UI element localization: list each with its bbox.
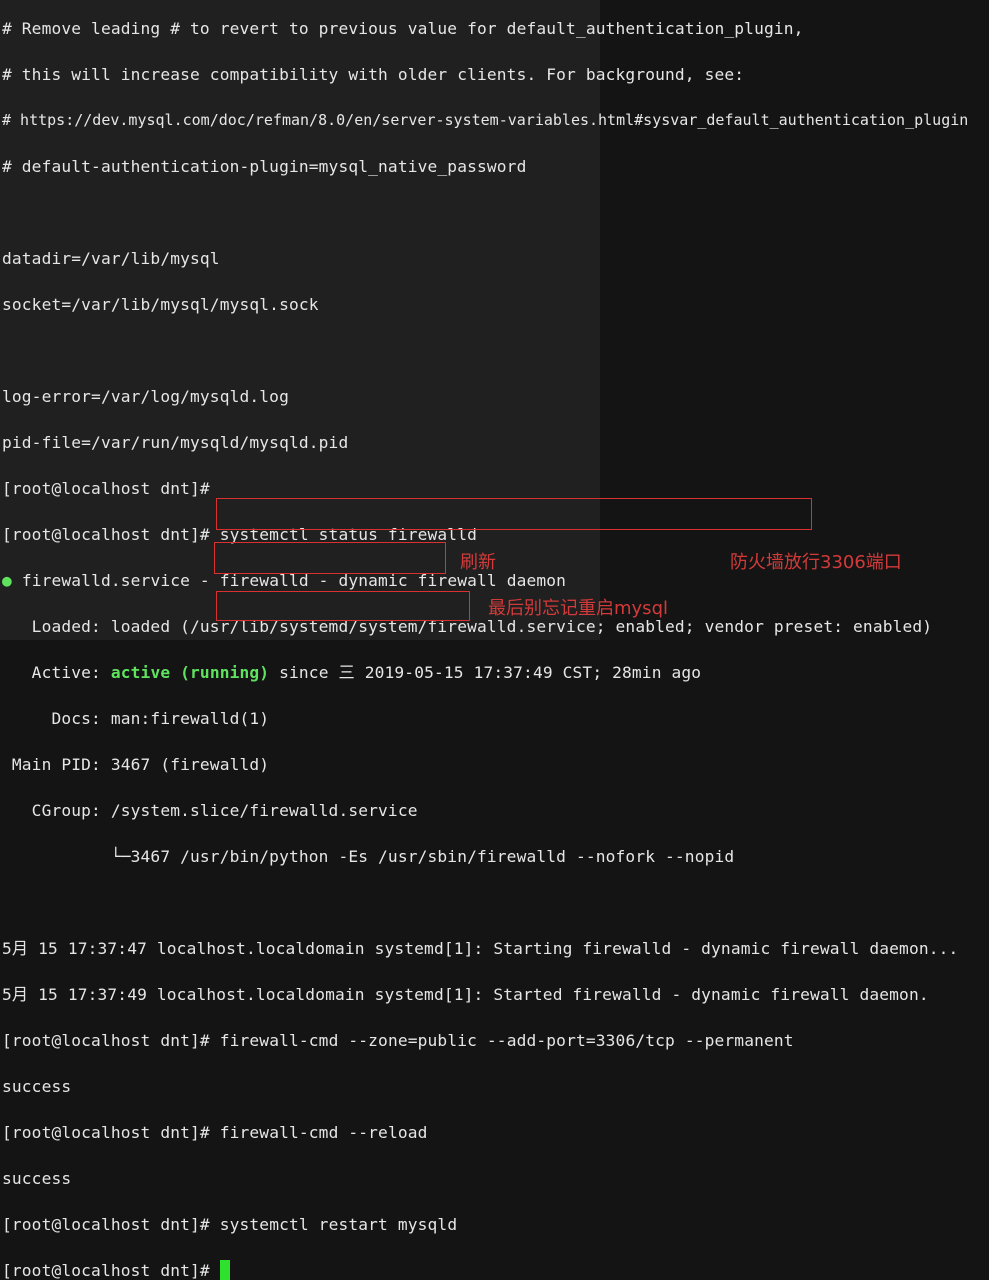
terminal-line: # https://dev.mysql.com/doc/refman/8.0/e… bbox=[2, 111, 969, 129]
terminal-line: log-error=/var/log/mysqld.log bbox=[2, 387, 289, 406]
terminal-line: └─3467 /usr/bin/python -Es /usr/sbin/fir… bbox=[2, 847, 735, 866]
terminal-line: socket=/var/lib/mysql/mysql.sock bbox=[2, 295, 319, 314]
terminal-line: success bbox=[2, 1077, 72, 1096]
annotation-open-port: 防火墙放行3306端口 bbox=[730, 552, 902, 573]
highlight-box-restart bbox=[216, 591, 470, 621]
terminal-output[interactable]: # Remove leading # to revert to previous… bbox=[2, 0, 987, 1280]
terminal-line: [root@localhost dnt]# bbox=[2, 479, 210, 498]
terminal-line: 5月 15 17:37:49 localhost.localdomain sys… bbox=[2, 985, 929, 1004]
highlight-box-reload bbox=[214, 542, 446, 574]
command-line: [root@localhost dnt]# firewall-cmd --rel… bbox=[2, 1123, 428, 1142]
terminal-line: # default-authentication-plugin=mysql_na… bbox=[2, 157, 527, 176]
terminal-line: datadir=/var/lib/mysql bbox=[2, 249, 220, 268]
highlight-box-add-port bbox=[216, 498, 812, 530]
terminal-line: # this will increase compatibility with … bbox=[2, 65, 745, 84]
terminal-line: CGroup: /system.slice/firewalld.service bbox=[2, 801, 418, 820]
active-status: active (running) bbox=[110, 663, 270, 682]
prompt-line[interactable]: [root@localhost dnt]# bbox=[2, 1259, 987, 1280]
annotation-restart: 最后别忘记重启mysql bbox=[488, 598, 668, 619]
terminal-line: pid-file=/var/run/mysqld/mysqld.pid bbox=[2, 433, 349, 452]
terminal-line: Docs: man:firewalld(1) bbox=[2, 709, 270, 728]
cursor bbox=[219, 1260, 230, 1280]
terminal-line: Main PID: 3467 (firewalld) bbox=[2, 755, 270, 774]
command-line: [root@localhost dnt]# systemctl restart … bbox=[2, 1215, 458, 1234]
bullet-icon: ● bbox=[2, 571, 12, 590]
command-line: [root@localhost dnt]# firewall-cmd --zon… bbox=[2, 1031, 794, 1050]
active-line: Active: active (running) since 三 2019-05… bbox=[2, 663, 702, 682]
annotation-refresh: 刷新 bbox=[460, 552, 496, 573]
terminal-line: 5月 15 17:37:47 localhost.localdomain sys… bbox=[2, 939, 959, 958]
terminal-line: # Remove leading # to revert to previous… bbox=[2, 19, 804, 38]
terminal-line: success bbox=[2, 1169, 72, 1188]
